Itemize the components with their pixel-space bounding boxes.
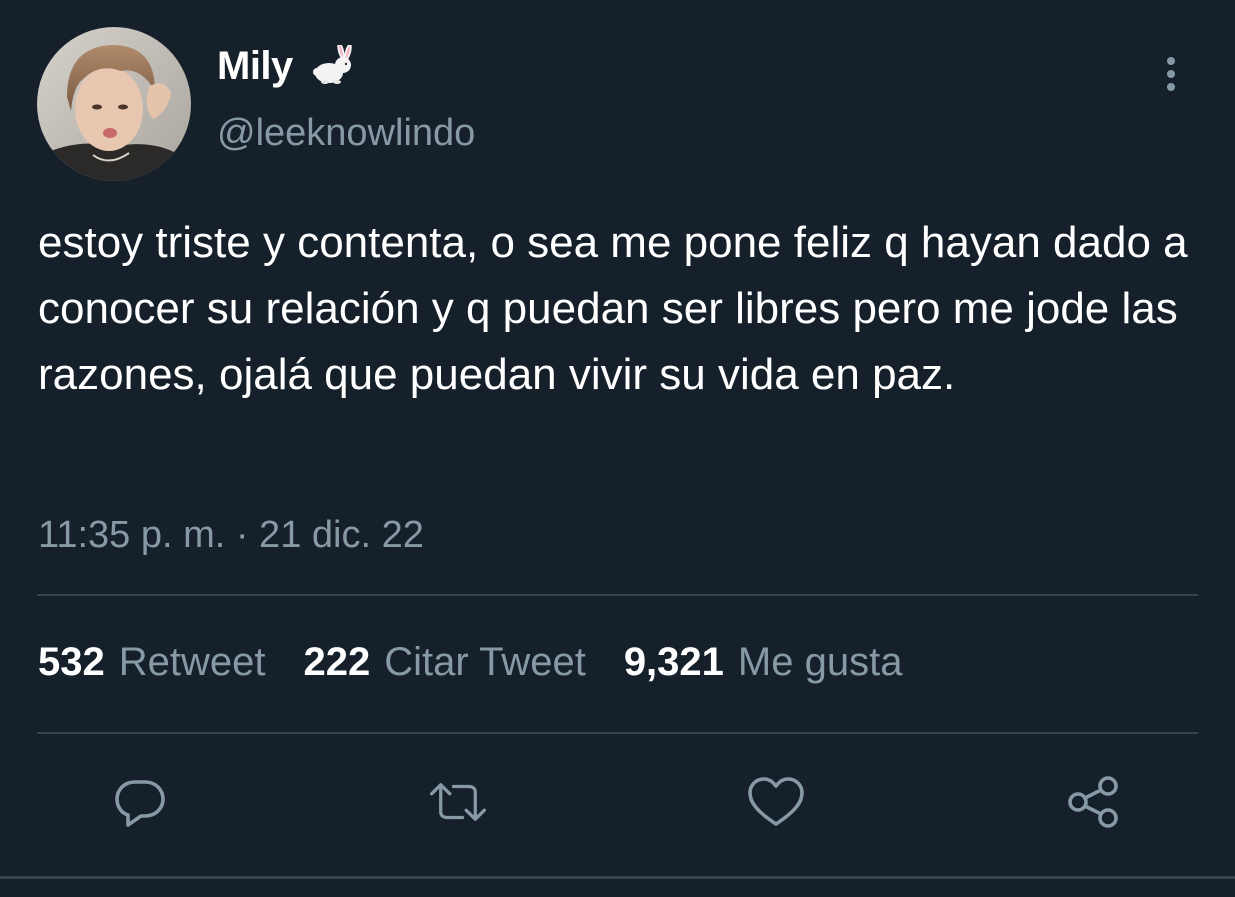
divider — [37, 732, 1198, 734]
retweet-label: Retweet — [118, 640, 266, 684]
like-label: Me gusta — [737, 640, 903, 684]
like-icon — [748, 777, 804, 826]
like-button[interactable] — [746, 772, 806, 832]
retweet-count: 532 — [38, 640, 105, 684]
avatar-photo — [37, 27, 191, 181]
action-bar — [0, 772, 1235, 842]
tweet-text: estoy triste y contenta, o sea me pone f… — [38, 218, 1188, 399]
tweet-timestamp[interactable]: 11:35 p. m. · 21 dic. 22 — [38, 514, 424, 557]
display-name[interactable]: Mily — [217, 44, 293, 89]
retweet-button[interactable] — [428, 772, 488, 832]
quote-count: 222 — [303, 640, 371, 684]
retweet-count-link[interactable]: 532 Retweet — [38, 640, 266, 685]
like-count-link[interactable]: 9,321 Me gusta — [624, 640, 903, 685]
user-info: Mily @leeknowlindo — [217, 38, 475, 155]
share-button[interactable] — [1064, 772, 1124, 832]
more-options-icon[interactable] — [1156, 54, 1186, 98]
avatar[interactable] — [37, 27, 191, 181]
reply-icon — [115, 780, 165, 827]
display-name-row: Mily — [217, 38, 475, 94]
tweet-detail: Mily @leeknowlindo estoy triste y conten… — [0, 0, 1235, 897]
divider — [37, 594, 1198, 596]
rabbit-icon — [305, 42, 355, 87]
bottom-divider — [0, 876, 1235, 879]
share-icon — [1068, 776, 1118, 828]
reply-button[interactable] — [110, 772, 170, 832]
quote-label: Citar Tweet — [384, 640, 586, 684]
engagement-stats: 532 Retweet 222 Citar Tweet 9,321 Me gus… — [38, 640, 940, 685]
like-count: 9,321 — [623, 640, 724, 684]
user-handle[interactable]: @leeknowlindo — [217, 112, 475, 155]
retweet-icon — [430, 783, 486, 821]
quote-count-link[interactable]: 222 Citar Tweet — [304, 640, 586, 685]
